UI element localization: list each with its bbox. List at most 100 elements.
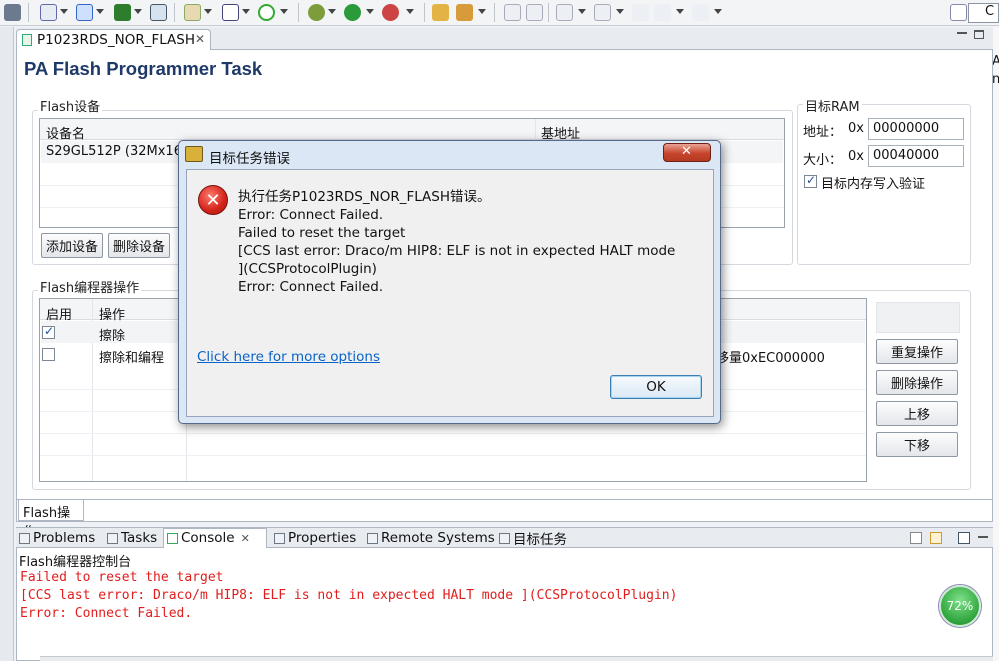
tab-label: Problems — [33, 530, 96, 546]
delete-operation-button[interactable]: 删除操作 — [876, 370, 958, 395]
add-device-button[interactable]: 添加设备 — [41, 233, 103, 258]
close-icon[interactable]: ✕ — [241, 532, 250, 545]
enable-checkbox[interactable] — [42, 348, 55, 361]
debug-icon[interactable] — [308, 4, 325, 21]
close-icon[interactable]: ✕ — [195, 32, 205, 46]
left-trim — [0, 27, 14, 661]
dialog-message-line: [CCS last error: Draco/m HIP8: ELF is no… — [238, 243, 676, 259]
open-console-icon[interactable] — [958, 532, 970, 544]
search-icon[interactable] — [456, 4, 473, 21]
perspective-label: C — [985, 4, 995, 19]
pin-console-icon[interactable] — [910, 532, 922, 544]
tab-remote-systems[interactable]: Remote Systems — [367, 528, 495, 548]
remote-systems-icon — [367, 532, 378, 544]
tab-properties[interactable]: Properties — [274, 528, 356, 548]
problems-icon — [19, 532, 30, 544]
console-icon — [167, 532, 178, 544]
editor-tab-label: P1023RDS_NOR_FLASH — [37, 32, 195, 48]
table-header — [40, 119, 784, 140]
tab-label: 目标任务 — [513, 532, 567, 548]
maximize-icon[interactable] — [974, 30, 984, 39]
flash-task-icon — [22, 34, 32, 46]
debug-config-icon[interactable] — [40, 4, 57, 21]
dialog-close-button[interactable]: ✕ — [663, 143, 711, 162]
registers-icon[interactable] — [150, 4, 167, 21]
console-title: Flash编程器控制台 — [19, 555, 132, 570]
verify-label: 目标内存写入验证 — [821, 177, 926, 192]
new-file-icon[interactable] — [222, 4, 239, 21]
close-icon: ✕ — [681, 144, 692, 159]
tab-label: Console — [181, 530, 235, 546]
column-header-device-name[interactable]: 设备名 — [46, 123, 85, 142]
operation-cell: 擦除和编程 — [99, 351, 165, 366]
size-input[interactable]: 00040000 — [868, 145, 964, 167]
horizontal-scrollbar[interactable] — [40, 656, 993, 661]
flash-devices-title: Flash设备 — [38, 96, 103, 115]
device-name-cell: S29GL512P (32Mx16 — [46, 144, 182, 159]
display-console-icon[interactable] — [930, 532, 942, 544]
dialog-title: 目标任务错误 — [209, 151, 290, 167]
minimize-icon[interactable] — [978, 536, 988, 538]
console-line: Error: Connect Failed. — [20, 606, 193, 621]
operation-cell: 擦除 — [99, 329, 126, 344]
dialog-message-line: Error: Connect Failed. — [238, 207, 384, 223]
show-whitespace-icon[interactable] — [526, 4, 543, 21]
right-edge-text-2: n — [992, 72, 999, 87]
enable-checkbox[interactable]: ✓ — [42, 324, 55, 339]
cpu-gauge: 72% — [939, 585, 981, 627]
address-prefix: 0x — [848, 121, 864, 136]
new-class-icon[interactable] — [258, 4, 275, 21]
binary-icon[interactable] — [76, 4, 93, 21]
new-project-icon[interactable] — [184, 4, 201, 21]
minimize-icon[interactable] — [957, 32, 967, 34]
address-input[interactable]: 00000000 — [868, 118, 964, 140]
console-line: [CCS last error: Draco/m HIP8: ELF is no… — [20, 588, 678, 603]
repeat-operation-button[interactable]: 重复操作 — [876, 339, 958, 364]
open-perspective-icon[interactable] — [950, 4, 967, 21]
external-tools-icon[interactable] — [382, 4, 399, 21]
move-up-button[interactable]: 上移 — [876, 401, 958, 426]
memory-icon[interactable] — [114, 4, 131, 21]
console-panel[interactable] — [16, 548, 993, 661]
remove-device-button[interactable]: 删除设备 — [108, 233, 170, 258]
page-title: PA Flash Programmer Task — [24, 58, 263, 79]
last-edit-icon[interactable] — [632, 4, 649, 21]
verify-checkbox[interactable]: ✓ — [804, 173, 817, 188]
forward-icon[interactable] — [692, 4, 709, 21]
tool-icon[interactable] — [4, 4, 21, 21]
tab-flash-operations[interactable]: Flash操作 — [18, 500, 84, 540]
tab-label: Tasks — [121, 530, 158, 546]
more-options-link[interactable]: Click here for more options — [197, 349, 380, 365]
back-icon[interactable] — [654, 4, 671, 21]
ok-button[interactable]: OK — [610, 375, 702, 399]
previous-annotation-icon[interactable] — [594, 4, 611, 21]
right-trim — [993, 27, 999, 661]
tab-label: Remote Systems — [381, 530, 495, 546]
dialog-message-line: Failed to reset the target — [238, 225, 406, 241]
open-type-icon[interactable] — [432, 4, 449, 21]
tab-console[interactable]: Console ✕ — [167, 528, 250, 548]
tasks-icon — [107, 532, 118, 544]
tab-target-tasks[interactable]: 目标任务 — [499, 528, 567, 548]
error-dialog: 目标任务错误 ✕ ✕ 执行任务P1023RDS_NOR_FLASH错误。 Err… — [178, 140, 721, 424]
dialog-message-line: ](CCSProtocolPlugin) — [238, 261, 377, 277]
move-down-button[interactable]: 下移 — [876, 432, 958, 457]
target-tasks-icon — [499, 532, 510, 544]
flash-ops-title: Flash编程器操作 — [38, 277, 142, 296]
checkmark-icon: ✓ — [44, 324, 55, 338]
checkmark-icon: ✓ — [806, 173, 817, 187]
toggle-mark-icon[interactable] — [504, 4, 521, 21]
editor-tab[interactable]: P1023RDS_NOR_FLASH ✕ — [16, 29, 211, 51]
right-edge-text-1: A — [992, 54, 999, 69]
next-annotation-icon[interactable] — [556, 4, 573, 21]
perspective-tab[interactable]: C — [968, 3, 999, 23]
target-ram-title: 目标RAM — [803, 96, 862, 115]
tab-tasks[interactable]: Tasks — [107, 528, 157, 548]
offset-cell: 移量0xEC000000 — [716, 351, 825, 366]
tab-problems[interactable]: Problems — [19, 528, 95, 548]
properties-icon — [274, 532, 285, 544]
address-label: 地址： — [803, 125, 843, 140]
dialog-app-icon — [185, 146, 203, 162]
size-label: 大小： — [803, 153, 843, 168]
run-icon[interactable] — [344, 4, 361, 21]
